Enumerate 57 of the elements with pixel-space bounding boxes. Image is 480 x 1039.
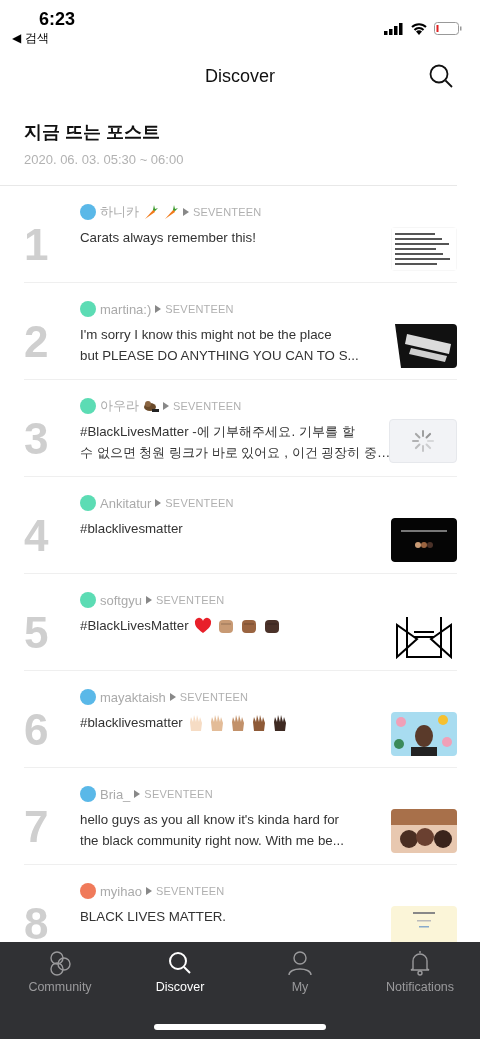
post-text: 수 없으면 청원 링크가 바로 있어요 , 이건 굉장히 중… <box>80 444 391 462</box>
triangle-icon <box>145 887 152 895</box>
author-name[interactable]: 하니카 <box>100 203 139 221</box>
post-text: #BlackLivesMatter <box>80 617 189 635</box>
tab[interactable]: Community <box>0 950 120 994</box>
heart-icon <box>193 616 212 635</box>
author-name[interactable]: martina:) <box>100 301 152 317</box>
post-text: but PLEASE DO ANYTHING YOU CAN TO S... <box>80 347 359 365</box>
post-text: BLACK LIVES MATTER. <box>80 908 227 926</box>
page-title: Discover <box>205 65 275 87</box>
post-text: #blacklivesmatter <box>80 520 183 538</box>
search-icon <box>167 950 193 976</box>
author-name[interactable]: softgyu <box>100 592 142 608</box>
carrot-icon <box>143 204 159 220</box>
community-name[interactable]: SEVENTEEN <box>165 497 234 509</box>
post-text: I'm sorry I know this might not be the place <box>80 326 332 344</box>
community-name[interactable]: SEVENTEEN <box>193 206 262 218</box>
spinner-icon <box>412 430 434 452</box>
community-name[interactable]: SEVENTEEN <box>165 303 234 315</box>
carrot-icon <box>163 204 179 220</box>
triangle-icon <box>169 693 176 701</box>
back-link[interactable]: ◀ 검색 <box>12 30 49 46</box>
author-name[interactable]: myihao <box>100 883 142 899</box>
tab[interactable]: Notifications <box>360 950 480 994</box>
community-name[interactable]: SEVENTEEN <box>144 788 213 800</box>
triangle-icon <box>155 305 162 313</box>
signal-icon <box>384 22 404 35</box>
community-name[interactable]: SEVENTEEN <box>155 885 225 897</box>
triangle-icon <box>163 402 169 410</box>
post-text: the black community right now. With me be... <box>80 832 344 850</box>
author-name[interactable]: 아우라 <box>100 397 139 415</box>
author-name[interactable]: mayaktaish <box>100 689 166 705</box>
community-name[interactable]: SEVENTEEN <box>179 691 249 703</box>
triangle-icon <box>155 499 162 507</box>
triangle-icon <box>134 790 141 798</box>
search-button[interactable] <box>428 63 454 89</box>
tab[interactable]: Discover <box>120 950 240 994</box>
post-text: Carats always remember this! <box>80 229 256 247</box>
triangle-icon <box>145 596 152 604</box>
circles-icon <box>47 950 73 976</box>
author-name[interactable]: Ankitatur <box>100 495 152 511</box>
person-icon <box>288 950 312 976</box>
bell-icon <box>408 950 432 976</box>
community-name[interactable]: SEVENTEEN <box>155 594 225 606</box>
author-name[interactable]: Bria_ <box>100 786 131 802</box>
wifi-icon <box>410 22 428 35</box>
post-text: #blacklivesmatter <box>80 714 183 732</box>
triangle-icon <box>183 208 189 216</box>
status-time: 6:23 <box>39 8 76 30</box>
tab[interactable]: My <box>240 950 360 994</box>
post-text: hello guys as you all know it's kinda hard for <box>80 811 339 829</box>
section-title: 지금 뜨는 포스트 <box>24 121 161 144</box>
post-text: #BlackLivesMatter -에 기부해주세요. 기부를 할 <box>80 423 355 441</box>
battery-icon <box>434 22 462 35</box>
period-text: 2020. 06. 03. 05:30 ~ 06:00 <box>24 152 185 167</box>
community-name[interactable]: SEVENTEEN <box>173 400 242 412</box>
animal-icon <box>143 399 159 413</box>
